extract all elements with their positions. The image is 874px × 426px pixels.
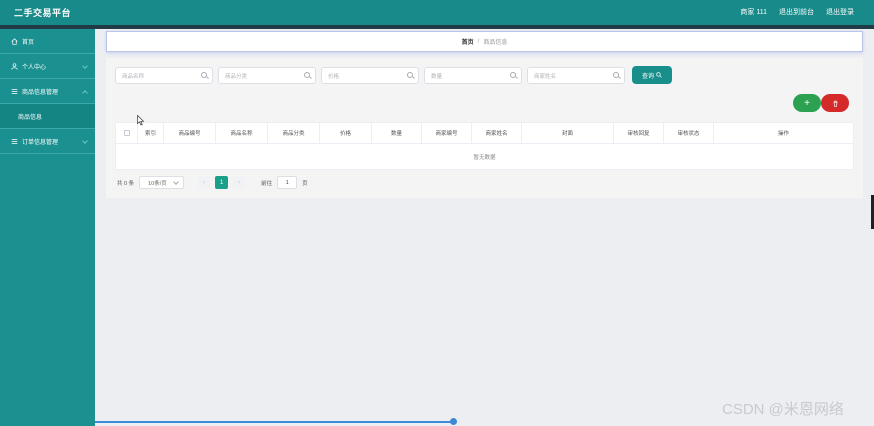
col-goods-name: 商品名称 [216, 123, 268, 143]
sidebar-item-home[interactable]: 首页 [0, 29, 95, 54]
sidebar-item-label: 首页 [22, 39, 35, 46]
breadcrumb-current: 商品信息 [483, 40, 508, 46]
list-icon [10, 137, 18, 145]
header-right: 商家 111 退出到前台 退出登录 [740, 7, 854, 17]
logout-link[interactable]: 退出登录 [826, 7, 854, 17]
home-icon [10, 37, 18, 45]
pagination: 共 0 条 10条/页 ‹ 1 › 前往 1 页 [117, 176, 308, 189]
table-empty-text: 暂无数据 [473, 155, 496, 161]
input-placeholder: 数量 [431, 73, 443, 80]
col-price: 价格 [320, 123, 372, 143]
sidebar-item-label: 订单信息管理 [22, 139, 59, 146]
col-actions: 操作 [777, 131, 789, 137]
add-button[interactable]: + [793, 94, 821, 112]
delete-button[interactable] [821, 94, 849, 112]
page-suffix: 页 [302, 180, 308, 187]
user-icon [10, 62, 18, 70]
input-placeholder: 价格 [328, 73, 340, 80]
col-merchant-no: 商家编号 [422, 123, 472, 143]
scroll-handle[interactable] [450, 418, 457, 425]
top-header: 二手交易平台 商家 111 退出到前台 退出登录 [0, 0, 874, 25]
current-user: 商家 111 [740, 9, 767, 16]
sidebar-item-label: 商品信息管理 [22, 89, 59, 96]
pager-total: 共 0 条 [117, 180, 135, 187]
header-divider [0, 25, 874, 29]
goods-table: 索引 商品编号 商品名称 商品分类 价格 数量 商家编号 商家姓名 封面 审核回… [115, 122, 854, 170]
search-icon [510, 72, 516, 78]
goods-name-input[interactable]: 商品名称 [115, 67, 213, 84]
prev-page-button[interactable]: ‹ [198, 176, 211, 189]
input-placeholder: 商品分类 [225, 73, 248, 80]
breadcrumb-separator: / [477, 38, 480, 45]
scroll-progress-bar [95, 421, 455, 423]
goto-label: 前往 [261, 180, 273, 187]
page-size-select[interactable]: 10条/页 [139, 176, 185, 189]
sidebar: 首页 个人中心 商品信息管理 商品信息 订单信息管理 [0, 29, 95, 426]
next-page-button[interactable]: › [233, 176, 246, 189]
col-merchant-name: 商家姓名 [472, 123, 522, 143]
breadcrumb-home[interactable]: 首页 [462, 37, 474, 46]
col-cover: 封面 [522, 123, 614, 143]
merchant-name-input[interactable]: 商家姓名 [527, 67, 625, 84]
col-review-reply: 审核回复 [614, 123, 664, 143]
col-goods-category: 商品分类 [268, 123, 320, 143]
search-icon [613, 72, 619, 78]
chevron-up-icon [82, 90, 88, 96]
query-button-label: 查询 [641, 73, 654, 80]
mouse-cursor-icon [137, 115, 145, 126]
breadcrumb: 首页 / 商品信息 [106, 31, 863, 52]
col-index: 索引 [138, 123, 164, 143]
query-button[interactable]: 查询 [632, 66, 672, 84]
quantity-input[interactable]: 数量 [424, 67, 522, 84]
select-all-checkbox[interactable] [123, 130, 130, 136]
input-placeholder: 商家姓名 [534, 73, 557, 80]
input-placeholder: 商品名称 [122, 73, 145, 80]
sidebar-item-profile[interactable]: 个人中心 [0, 54, 95, 79]
chevron-down-icon [82, 63, 88, 69]
search-icon [407, 72, 413, 78]
goods-category-input[interactable]: 商品分类 [218, 67, 316, 84]
table-header: 索引 商品编号 商品名称 商品分类 价格 数量 商家编号 商家姓名 封面 审核回… [116, 123, 853, 144]
trash-icon [832, 100, 838, 107]
watermark: CSDN @米恩网络 [722, 401, 844, 418]
sidebar-item-orders[interactable]: 订单信息管理 [0, 129, 95, 154]
to-front-link[interactable]: 退出到前台 [779, 7, 814, 17]
goto-page-input[interactable]: 1 [277, 176, 298, 189]
price-input[interactable]: 价格 [321, 67, 419, 84]
col-quantity: 数量 [372, 123, 422, 143]
page-number-current[interactable]: 1 [215, 176, 229, 189]
list-icon [10, 87, 18, 95]
col-review-status: 审核状态 [664, 123, 714, 143]
sidebar-item-label: 个人中心 [22, 64, 47, 71]
select-all-cell [116, 123, 138, 143]
sidebar-subitem-goods-info[interactable]: 商品信息 [0, 104, 95, 129]
col-goods-no: 商品编号 [164, 123, 216, 143]
sidebar-item-goods[interactable]: 商品信息管理 [0, 79, 95, 104]
app-title: 二手交易平台 [14, 8, 72, 18]
search-icon [304, 72, 310, 78]
search-icon [656, 72, 662, 78]
search-icon [201, 72, 207, 78]
chevron-down-icon [82, 138, 88, 144]
search-bar: 商品名称 商品分类 价格 数量 商家姓名 [115, 67, 625, 84]
